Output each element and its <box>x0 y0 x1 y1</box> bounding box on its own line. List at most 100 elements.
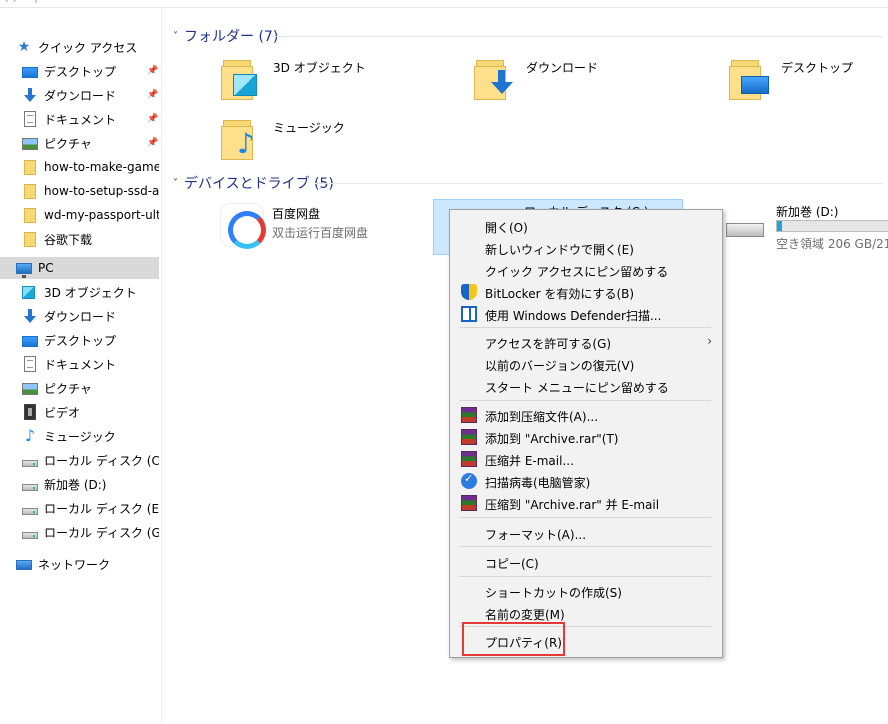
sidebar-item-folder[interactable]: 谷歌下载 <box>22 228 159 250</box>
group-header-devices[interactable]: ˅ デバイスとドライブ (5) <box>173 173 334 193</box>
folder-icon: ♪ <box>221 116 265 164</box>
folder-tile-desktop[interactable]: デスクトップ <box>729 56 853 112</box>
folder-tile-music[interactable]: ♪ ミュージック <box>221 116 345 172</box>
folder-icon <box>729 56 773 104</box>
sidebar-item-3d-objects[interactable]: 3D オブジェクト <box>22 281 159 303</box>
menu-item-defender-scan[interactable]: 使用 Windows Defender扫描... <box>452 303 720 325</box>
menu-item-compress-rar-email[interactable]: 压缩到 "Archive.rar" 并 E-mail <box>452 492 720 514</box>
sidebar-item-documents[interactable]: ドキュメント <box>22 353 159 375</box>
menu-item-copy[interactable]: コピー(C) <box>452 551 720 573</box>
group-divider <box>271 36 883 37</box>
sidebar-item-videos[interactable]: ビデオ <box>22 401 159 423</box>
group-header-folders[interactable]: ˅ フォルダー (7) <box>173 26 278 46</box>
folder-tile-downloads[interactable]: ダウンロード <box>474 56 598 112</box>
menu-item-add-to-archive-rar[interactable]: 添加到 "Archive.rar"(T) <box>452 426 720 448</box>
menu-item-label: 開く(O) <box>485 221 528 235</box>
tile-name: 3D オブジェクト <box>273 61 366 75</box>
sidebar-item-folder[interactable]: how-to-setup-ssd-and <box>22 180 159 202</box>
menu-item-label: BitLocker を有効にする(B) <box>485 287 635 301</box>
folder-icon <box>24 231 36 247</box>
menu-item-label: 扫描病毒(电脑管家) <box>485 476 591 490</box>
menu-item-restore-versions[interactable]: 以前のバージョンの復元(V) <box>452 353 720 375</box>
tile-subtitle: 双击运行百度网盘 <box>272 226 369 240</box>
sidebar-item-label: ローカル ディスク (E:) <box>44 501 159 516</box>
network-icon <box>16 560 32 570</box>
folder-icon <box>24 159 36 175</box>
pin-icon: 📌 <box>147 114 159 124</box>
free-space-text: 空き領域 206 GB/215 <box>776 237 888 251</box>
drive-icon <box>22 483 38 491</box>
menu-item-rename[interactable]: 名前の変更(M) <box>452 602 720 624</box>
menu-item-virus-scan[interactable]: 扫描病毒(电脑管家) <box>452 470 720 492</box>
sidebar-item-pictures[interactable]: ピクチャ <box>22 377 159 399</box>
context-menu: 開く(O) 新しいウィンドウで開く(E) クイック アクセスにピン留めする Bi… <box>449 209 723 658</box>
pin-icon: 📌 <box>147 90 159 100</box>
menu-item-open-new-window[interactable]: 新しいウィンドウで開く(E) <box>452 237 720 259</box>
menu-item-add-to-archive[interactable]: 添加到压缩文件(A)... <box>452 404 720 426</box>
sidebar-item-drive-e[interactable]: ローカル ディスク (E:) <box>22 497 159 519</box>
folder-icon <box>24 207 36 223</box>
sidebar-item-label: PC <box>38 261 54 275</box>
menu-item-bitlocker[interactable]: BitLocker を有効にする(B) <box>452 281 720 303</box>
group-title: フォルダー (7) <box>184 29 279 45</box>
menu-item-label: 压缩到 "Archive.rar" 并 E-mail <box>485 498 660 512</box>
pin-icon: 📌 <box>147 138 159 148</box>
menu-item-label: ショートカットの作成(S) <box>485 586 622 600</box>
star-icon: ★ <box>17 39 31 55</box>
folder-tile-3d-objects[interactable]: 3D オブジェクト <box>221 56 366 112</box>
sidebar-item-drive-d[interactable]: 新加巻 (D:) <box>22 473 159 495</box>
menu-item-open[interactable]: 開く(O) <box>452 215 720 237</box>
sidebar-item-label: ローカル ディスク (C:) <box>44 453 159 468</box>
menu-item-label: アクセスを許可する(G) <box>485 337 612 351</box>
sidebar-item-downloads[interactable]: ダウンロード <box>22 84 159 106</box>
drive-icon <box>22 531 38 539</box>
desktop-icon <box>22 66 38 78</box>
sidebar-item-desktop[interactable]: デスクトップ <box>22 329 159 351</box>
nav-arrows[interactable]: ‹ › ˅ ↑ <box>4 0 41 6</box>
sidebar-item-drive-c[interactable]: ローカル ディスク (C:) <box>22 449 159 471</box>
menu-item-label: 添加到 "Archive.rar"(T) <box>485 432 619 446</box>
chevron-right-icon: › <box>707 334 712 348</box>
menu-item-create-shortcut[interactable]: ショートカットの作成(S) <box>452 580 720 602</box>
defender-icon <box>461 306 477 322</box>
menu-item-format[interactable]: フォーマット(A)... <box>452 522 720 544</box>
sidebar-item-folder[interactable]: wd-my-passport-ultra <box>22 204 159 226</box>
sidebar-item-pc[interactable]: PC <box>0 257 159 279</box>
drive-d-tile[interactable]: 新加巻 (D:) 空き領域 206 GB/215 <box>724 201 888 251</box>
menu-item-label: クイック アクセスにピン留めする <box>485 265 669 279</box>
shield-icon <box>461 284 477 300</box>
sidebar-item-pictures[interactable]: ピクチャ <box>22 132 159 154</box>
sidebar-item-drive-g[interactable]: ローカル ディスク (G:) <box>22 521 159 543</box>
document-icon <box>24 356 36 372</box>
sidebar-item-label: wd-my-passport-ultra <box>44 208 159 222</box>
tile-name: ダウンロード <box>526 61 599 75</box>
pictures-icon <box>22 382 38 395</box>
menu-item-compress-email[interactable]: 压缩并 E-mail... <box>452 448 720 470</box>
sidebar-item-folder[interactable]: how-to-make-games- <box>22 156 159 178</box>
menu-item-label: 新しいウィンドウで開く(E) <box>485 243 634 257</box>
desktop-icon <box>741 76 769 94</box>
sidebar-item-music[interactable]: ♪ ミュージック <box>22 425 159 447</box>
tile-name: デスクトップ <box>781 61 854 75</box>
menu-item-label: スタート メニューにピン留めする <box>485 381 669 395</box>
sidebar-item-desktop[interactable]: デスクトップ <box>22 60 159 82</box>
sidebar-item-documents[interactable]: ドキュメント <box>22 108 159 130</box>
group-divider <box>315 183 883 184</box>
sidebar-item-label: ダウンロード <box>44 88 117 103</box>
group-title: デバイスとドライブ (5) <box>184 176 334 192</box>
menu-item-give-access[interactable]: アクセスを許可する(G) › <box>452 331 720 353</box>
cube-icon <box>233 74 257 96</box>
download-arrow-icon <box>22 308 38 324</box>
sidebar-item-quick-access[interactable]: ★ クイック アクセス <box>16 36 161 58</box>
baidu-netdisk-tile[interactable]: 百度网盘 双击运行百度网盘 <box>220 203 368 259</box>
sidebar-item-label: ピクチャ <box>44 381 92 396</box>
menu-item-pin-quick-access[interactable]: クイック アクセスにピン留めする <box>452 259 720 281</box>
menu-separator <box>459 400 711 401</box>
sidebar-item-downloads[interactable]: ダウンロード <box>22 305 159 327</box>
drive-icon <box>726 223 764 237</box>
highlight-box <box>462 622 565 656</box>
menu-item-pin-start[interactable]: スタート メニューにピン留めする <box>452 375 720 397</box>
chevron-down-icon: ˅ <box>173 177 178 189</box>
winrar-icon <box>461 429 477 445</box>
sidebar-item-network[interactable]: ネットワーク <box>16 553 159 575</box>
